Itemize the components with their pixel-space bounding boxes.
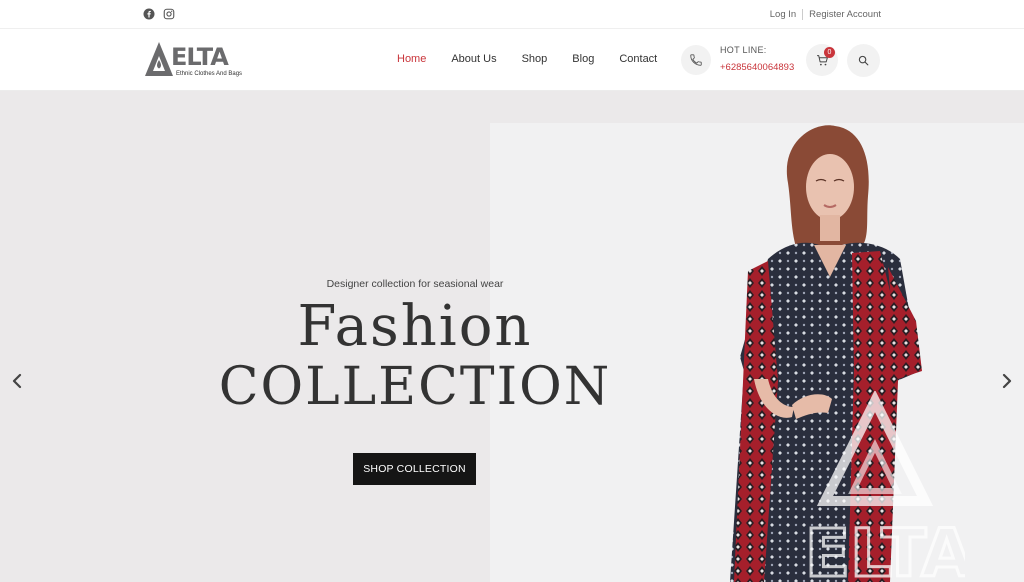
social-links: [143, 8, 175, 20]
search-icon: [858, 55, 869, 66]
hero-title-line1: Fashion: [297, 294, 533, 359]
top-bar: Log In Register Account: [0, 0, 1024, 29]
logo-tagline: Ethnic Clothes And Bags: [176, 71, 242, 77]
watermark-text: ELTA: [805, 515, 965, 582]
search-button[interactable]: [847, 44, 880, 77]
logo[interactable]: ELTA Ethnic Clothes And Bags: [143, 40, 255, 80]
shop-collection-button[interactable]: SHOP COLLECTION: [353, 453, 476, 485]
hero-title-line2: COLLECTION: [218, 357, 612, 417]
nav-home[interactable]: Home: [397, 53, 426, 65]
phone-icon: [690, 54, 702, 66]
instagram-icon[interactable]: [163, 8, 175, 20]
nav-contact[interactable]: Contact: [619, 53, 657, 65]
logo-wordmark: ELTA: [171, 43, 229, 71]
nav-about-us[interactable]: About Us: [451, 53, 496, 65]
hotline-number[interactable]: +6285640064893: [720, 62, 794, 73]
register-link[interactable]: Register Account: [809, 9, 881, 20]
login-link[interactable]: Log In: [770, 9, 796, 20]
nav-shop[interactable]: Shop: [522, 53, 548, 65]
account-links: Log In Register Account: [770, 9, 881, 20]
facebook-icon[interactable]: [143, 8, 155, 20]
main-nav: Home About Us Shop Blog Contact: [397, 53, 682, 65]
chevron-right-icon[interactable]: [1000, 372, 1014, 390]
hero-slider: ELTA Designer collection for seasional w…: [0, 91, 1024, 582]
chevron-left-icon[interactable]: [10, 372, 24, 390]
hotline-label: HOT LINE:: [720, 45, 767, 55]
nav-blog[interactable]: Blog: [572, 53, 594, 65]
divider: [802, 9, 804, 20]
hero-subtitle: Designer collection for seasional wear: [326, 278, 504, 290]
hotline-icon-wrap: [681, 45, 711, 75]
watermark-logo: ELTA: [805, 391, 965, 582]
cart-count-badge: 0: [824, 47, 835, 58]
site-header: ELTA Ethnic Clothes And Bags Home About …: [0, 29, 1024, 91]
